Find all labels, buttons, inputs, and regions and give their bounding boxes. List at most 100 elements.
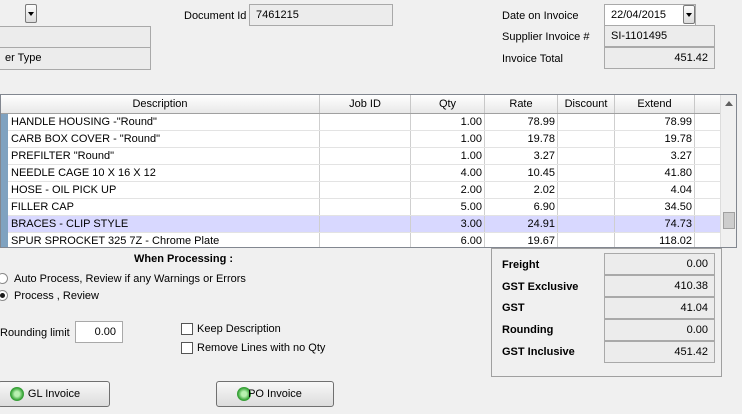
cell-qty: 1.00 <box>411 148 485 164</box>
cell-discount <box>558 233 615 247</box>
keep-description-label[interactable]: Keep Description <box>197 322 281 336</box>
freight-label: Freight <box>502 259 540 271</box>
cell-qty: 5.00 <box>411 199 485 215</box>
row-indicator-bar <box>1 114 8 247</box>
cell-rate: 19.78 <box>485 131 558 147</box>
cell-discount <box>558 216 615 232</box>
rounding-field[interactable]: 0.00 <box>604 319 715 341</box>
remove-lines-label[interactable]: Remove Lines with no Qty <box>197 341 325 355</box>
table-row[interactable]: SPUR SPROCKET 325 7Z - Chrome Plate 6.00… <box>1 233 720 247</box>
column-rate[interactable]: Rate <box>485 95 558 113</box>
cell-job-id <box>320 165 411 181</box>
table-row[interactable]: HANDLE HOUSING -"Round" 1.00 78.99 78.99 <box>1 114 720 131</box>
cell-qty: 3.00 <box>411 216 485 232</box>
column-discount[interactable]: Discount <box>558 95 615 113</box>
cell-qty: 1.00 <box>411 131 485 147</box>
document-id-label: Document Id <box>184 10 247 22</box>
freight-field[interactable]: 0.00 <box>604 253 715 275</box>
cell-rate: 19.67 <box>485 233 558 247</box>
column-job-id[interactable]: Job ID <box>320 95 411 113</box>
cell-qty: 2.00 <box>411 182 485 198</box>
rounding-limit-input[interactable]: 0.00 <box>75 321 123 343</box>
cell-discount <box>558 165 615 181</box>
cell-rate: 2.02 <box>485 182 558 198</box>
gst-field[interactable]: 41.04 <box>604 297 715 319</box>
table-row[interactable]: NEEDLE CAGE 10 X 16 X 12 4.00 10.45 41.8… <box>1 165 720 182</box>
rounding-limit-label: Rounding limit <box>0 327 70 339</box>
cell-description: BRACES - CLIP STYLE <box>9 216 320 232</box>
po-invoice-button[interactable]: PO Invoice <box>216 381 334 407</box>
gst-exclusive-label: GST Exclusive <box>502 281 579 293</box>
supplier-invoice-label: Supplier Invoice # <box>502 31 590 43</box>
gst-label: GST <box>502 302 525 314</box>
process-review-radio[interactable] <box>0 290 8 301</box>
invoice-total-field: 451.42 <box>604 47 715 69</box>
date-on-invoice-value: 22/04/2015 <box>611 9 667 21</box>
cell-description: NEEDLE CAGE 10 X 16 X 12 <box>9 165 320 181</box>
invoice-lines-grid[interactable]: Description Job ID Qty Rate Discount Ext… <box>0 94 737 248</box>
cell-rate: 6.90 <box>485 199 558 215</box>
table-row[interactable]: PREFILTER "Round" 1.00 3.27 3.27 <box>1 148 720 165</box>
table-row[interactable]: HOSE - OIL PICK UP 2.00 2.02 4.04 <box>1 182 720 199</box>
cell-discount <box>558 114 615 130</box>
gl-invoice-button[interactable]: GL Invoice <box>0 381 110 407</box>
gst-exclusive-field: 410.38 <box>604 275 715 297</box>
auto-process-radio[interactable] <box>0 273 8 284</box>
supplier-invoice-field[interactable]: SI-1101495 <box>604 25 715 47</box>
cell-discount <box>558 131 615 147</box>
cell-job-id <box>320 199 411 215</box>
cell-extend: 78.99 <box>615 114 695 130</box>
cell-extend: 118.02 <box>615 233 695 247</box>
keep-description-checkbox[interactable] <box>181 323 193 335</box>
cell-extend: 19.78 <box>615 131 695 147</box>
remove-lines-checkbox[interactable] <box>181 342 193 354</box>
table-row[interactable]: CARB BOX COVER - "Round" 1.00 19.78 19.7… <box>1 131 720 148</box>
scrollbar-thumb[interactable] <box>723 212 735 229</box>
cell-job-id <box>320 216 411 232</box>
table-row[interactable]: FILLER CAP 5.00 6.90 34.50 <box>1 199 720 216</box>
cell-description: CARB BOX COVER - "Round" <box>9 131 320 147</box>
column-extend[interactable]: Extend <box>615 95 695 113</box>
table-row-selected[interactable]: BRACES - CLIP STYLE 3.00 24.91 74.73 <box>1 216 720 233</box>
gst-inclusive-field: 451.42 <box>604 341 715 363</box>
gl-invoice-label: GL Invoice <box>27 388 81 400</box>
cell-description: HANDLE HOUSING -"Round" <box>9 114 320 130</box>
supplier-field[interactable] <box>0 26 151 49</box>
vertical-scrollbar[interactable] <box>720 95 736 247</box>
date-dropdown-button[interactable] <box>683 5 695 24</box>
when-processing-title: When Processing : <box>134 253 234 265</box>
supplier-type-label: er Type <box>5 52 42 64</box>
cell-qty: 6.00 <box>411 233 485 247</box>
column-description[interactable]: Description <box>1 95 320 113</box>
cell-job-id <box>320 114 411 130</box>
cell-extend: 34.50 <box>615 199 695 215</box>
gst-inclusive-label: GST Inclusive <box>502 346 575 358</box>
cell-description: SPUR SPROCKET 325 7Z - Chrome Plate <box>9 233 320 247</box>
cell-rate: 3.27 <box>485 148 558 164</box>
cell-extend: 74.73 <box>615 216 695 232</box>
cell-job-id <box>320 182 411 198</box>
cell-extend: 41.80 <box>615 165 695 181</box>
supplier-dropdown-button[interactable] <box>25 4 37 23</box>
date-on-invoice-label: Date on Invoice <box>502 10 579 22</box>
supplier-type-field[interactable]: er Type <box>0 47 151 70</box>
cell-job-id <box>320 233 411 247</box>
document-id-field[interactable]: 7461215 <box>249 4 393 26</box>
cell-description: PREFILTER "Round" <box>9 148 320 164</box>
cell-rate: 78.99 <box>485 114 558 130</box>
cell-description: HOSE - OIL PICK UP <box>9 182 320 198</box>
auto-process-label[interactable]: Auto Process, Review if any Warnings or … <box>14 272 246 286</box>
process-review-label[interactable]: Process , Review <box>14 289 99 303</box>
cell-discount <box>558 148 615 164</box>
column-qty[interactable]: Qty <box>411 95 485 113</box>
cell-rate: 24.91 <box>485 216 558 232</box>
cell-job-id <box>320 131 411 147</box>
grid-header: Description Job ID Qty Rate Discount Ext… <box>1 95 720 114</box>
scroll-up-arrow-icon[interactable] <box>721 95 736 112</box>
cell-job-id <box>320 148 411 164</box>
cell-discount <box>558 199 615 215</box>
cell-qty: 1.00 <box>411 114 485 130</box>
invoice-total-label: Invoice Total <box>502 53 563 65</box>
cell-qty: 4.00 <box>411 165 485 181</box>
cell-extend: 3.27 <box>615 148 695 164</box>
